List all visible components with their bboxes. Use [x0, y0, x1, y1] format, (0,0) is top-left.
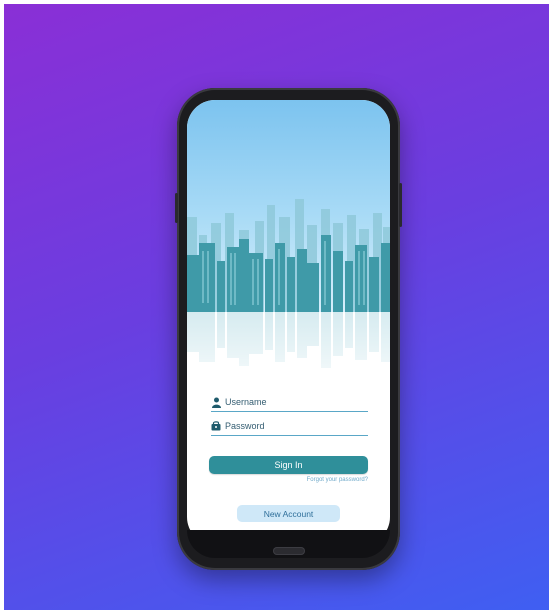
login-form: Sign In Forgot your password? New Accoun… [187, 100, 390, 545]
gradient-background: Sign In Forgot your password? New Accoun… [4, 4, 549, 610]
smartphone-frame: Sign In Forgot your password? New Accoun… [175, 88, 402, 570]
phone-side-button [175, 193, 178, 223]
password-input[interactable] [225, 421, 355, 431]
phone-screen: Sign In Forgot your password? New Accoun… [187, 100, 390, 545]
home-button[interactable] [273, 547, 305, 555]
username-field[interactable] [211, 393, 368, 412]
lock-icon [211, 420, 221, 432]
new-account-button[interactable]: New Account [237, 505, 340, 522]
forgot-password-link[interactable]: Forgot your password? [307, 477, 368, 483]
phone-side-button [399, 183, 402, 227]
user-icon [211, 396, 221, 408]
username-input[interactable] [225, 397, 355, 407]
sign-in-button[interactable]: Sign In [209, 456, 368, 474]
password-field[interactable] [211, 417, 368, 436]
